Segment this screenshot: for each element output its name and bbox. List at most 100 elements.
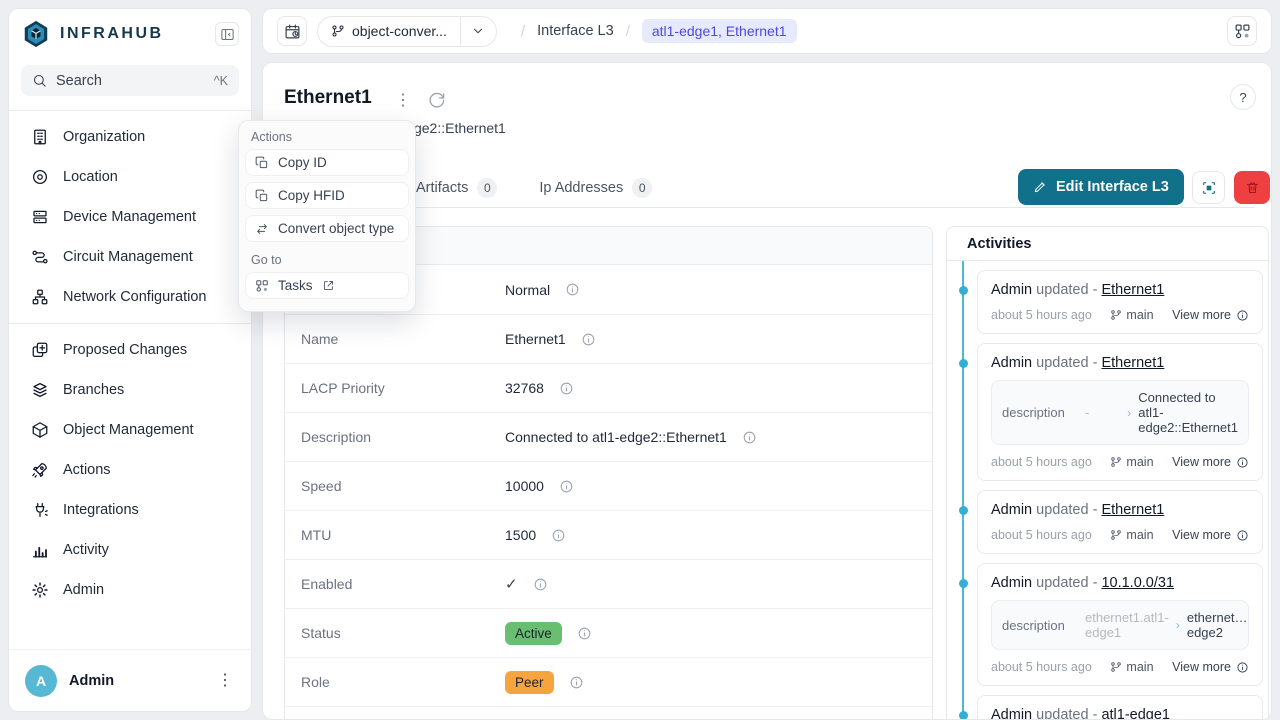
activity-branch[interactable]: main — [1110, 528, 1153, 542]
tab-label: Ip Addresses — [539, 180, 623, 196]
delete-button[interactable] — [1234, 171, 1270, 204]
pencil-icon — [1033, 180, 1047, 194]
diff-new-value: ethernet… edge2 — [1187, 610, 1248, 640]
search-input[interactable]: Search ^K — [21, 65, 239, 96]
breadcrumb-separator: / — [626, 23, 630, 40]
sidebar-item-activity[interactable]: Activity — [17, 530, 243, 570]
sidebar-item-network-configuration[interactable]: Network Configuration — [17, 277, 243, 317]
menu-item-tasks[interactable]: Tasks — [245, 272, 409, 299]
activity-target-link[interactable]: atl1-edge1 — [1101, 707, 1170, 720]
activity-target-link[interactable]: Ethernet1 — [1101, 355, 1164, 371]
schema-visualizer-button[interactable] — [1227, 16, 1257, 46]
info-icon[interactable] — [742, 430, 757, 445]
sidebar-item-device-management[interactable]: Device Management — [17, 197, 243, 237]
menu-item-copy-hfid[interactable]: Copy HFID — [245, 182, 409, 209]
sidebar-item-circuit-management[interactable]: Circuit Management — [17, 237, 243, 277]
activity-branch[interactable]: main — [1110, 455, 1153, 469]
activity-target-link[interactable]: Ethernet1 — [1101, 282, 1164, 298]
nav-label: Integrations — [63, 502, 139, 518]
activity-actor: Admin — [991, 502, 1032, 518]
sidebar-item-admin[interactable]: Admin — [17, 570, 243, 610]
view-more-link[interactable]: View more — [1172, 528, 1249, 542]
activity-actor: Admin — [991, 707, 1032, 720]
sidebar-item-branches[interactable]: Branches — [17, 370, 243, 410]
user-menu-kebab-icon[interactable]: ⋮ — [215, 671, 235, 691]
branch-selector[interactable]: object-conver... — [317, 16, 497, 47]
breadcrumb-schema[interactable]: Interface L3 — [537, 23, 614, 39]
copy-icon — [255, 156, 269, 170]
activity-actor: Admin — [991, 282, 1032, 298]
activity-card: Admin updated - 10.1.0.0/31 description … — [977, 563, 1263, 686]
activity-branch[interactable]: main — [1110, 308, 1153, 322]
sidebar-nav-primary: Organization Location Device Management … — [9, 111, 251, 323]
nav-label: Circuit Management — [63, 249, 193, 265]
manage-groups-button[interactable] — [1192, 171, 1225, 204]
branch-selector-dropdown[interactable] — [460, 17, 496, 46]
calendar-clock-icon — [284, 23, 301, 40]
tab-ip-addresses[interactable]: Ip Addresses 0 — [539, 178, 652, 198]
activities-timeline: Admin updated - Ethernet1 about 5 hours … — [947, 261, 1268, 720]
activity-branch[interactable]: main — [1110, 660, 1153, 674]
detail-label: MTU — [301, 527, 505, 543]
detail-label: Status — [301, 625, 505, 641]
view-more-link[interactable]: View more — [1172, 660, 1249, 674]
route-icon — [31, 248, 49, 266]
info-icon[interactable] — [533, 577, 548, 592]
role-badge: Peer — [505, 671, 554, 694]
info-icon[interactable] — [559, 381, 574, 396]
menu-item-label: Convert object type — [278, 221, 394, 236]
edit-interface-button[interactable]: Edit Interface L3 — [1018, 169, 1184, 205]
info-icon[interactable] — [581, 332, 596, 347]
sidebar-item-organization[interactable]: Organization — [17, 117, 243, 157]
sidebar-item-object-management[interactable]: Object Management — [17, 410, 243, 450]
info-icon[interactable] — [559, 479, 574, 494]
search-icon — [32, 73, 47, 88]
timeline-dot-icon — [959, 711, 968, 720]
sidebar-collapse-button[interactable] — [215, 22, 239, 46]
info-icon[interactable] — [551, 528, 566, 543]
activity-timestamp: about 5 hours ago — [991, 455, 1092, 469]
sidebar-item-integrations[interactable]: Integrations — [17, 490, 243, 530]
tab-artifacts[interactable]: Artifacts 0 — [416, 178, 497, 198]
branch-name: main — [1126, 528, 1153, 542]
breadcrumb-object[interactable]: atl1-edge1, Ethernet1 — [642, 19, 797, 43]
detail-row-speed: Speed 10000 — [285, 461, 932, 510]
activity-timestamp: about 5 hours ago — [991, 308, 1092, 322]
sidebar-item-proposed-changes[interactable]: Proposed Changes — [17, 330, 243, 370]
detail-row-role: Role Peer — [285, 657, 932, 706]
menu-item-copy-id[interactable]: Copy ID — [245, 149, 409, 176]
refresh-button[interactable] — [427, 90, 447, 110]
branch-selector-current[interactable]: object-conver... — [318, 17, 460, 46]
detail-value: 32768 — [505, 380, 544, 396]
menu-item-label: Copy ID — [278, 155, 327, 170]
object-actions-kebab-icon[interactable]: ⋮ — [393, 91, 413, 111]
activity-target-link[interactable]: Ethernet1 — [1101, 502, 1164, 518]
info-icon — [1236, 661, 1249, 674]
copy-icon — [255, 189, 269, 203]
sidebar-item-actions[interactable]: Actions — [17, 450, 243, 490]
workflow-icon — [1234, 23, 1251, 40]
menu-item-convert-object-type[interactable]: Convert object type — [245, 215, 409, 242]
info-icon[interactable] — [565, 282, 580, 297]
help-button[interactable]: ? — [1230, 84, 1256, 110]
time-travel-button[interactable] — [277, 16, 307, 46]
info-icon — [1236, 529, 1249, 542]
page-title: Ethernet1 — [284, 87, 372, 109]
sidebar-item-location[interactable]: Location — [17, 157, 243, 197]
view-more-link[interactable]: View more — [1172, 308, 1249, 322]
sidebar: INFRAHUB Search ^K Organization Location… — [8, 8, 252, 712]
nav-label: Network Configuration — [63, 289, 206, 305]
sidebar-nav-secondary: Proposed Changes Branches Object Managem… — [9, 324, 251, 616]
activity-target-link[interactable]: 10.1.0.0/31 — [1101, 575, 1174, 591]
detail-value: 10000 — [505, 478, 544, 494]
diff-arrow-icon: › — [1176, 618, 1180, 632]
nav-label: Admin — [63, 582, 104, 598]
info-icon[interactable] — [569, 675, 584, 690]
activity-action: updated - — [1036, 707, 1097, 720]
activity-card: Admin updated - Ethernet1 about 5 hours … — [977, 490, 1263, 554]
view-more-link[interactable]: View more — [1172, 455, 1249, 469]
network-icon — [31, 288, 49, 306]
timeline-dot-icon — [959, 506, 968, 515]
info-icon[interactable] — [577, 626, 592, 641]
avatar[interactable]: A — [25, 665, 57, 697]
